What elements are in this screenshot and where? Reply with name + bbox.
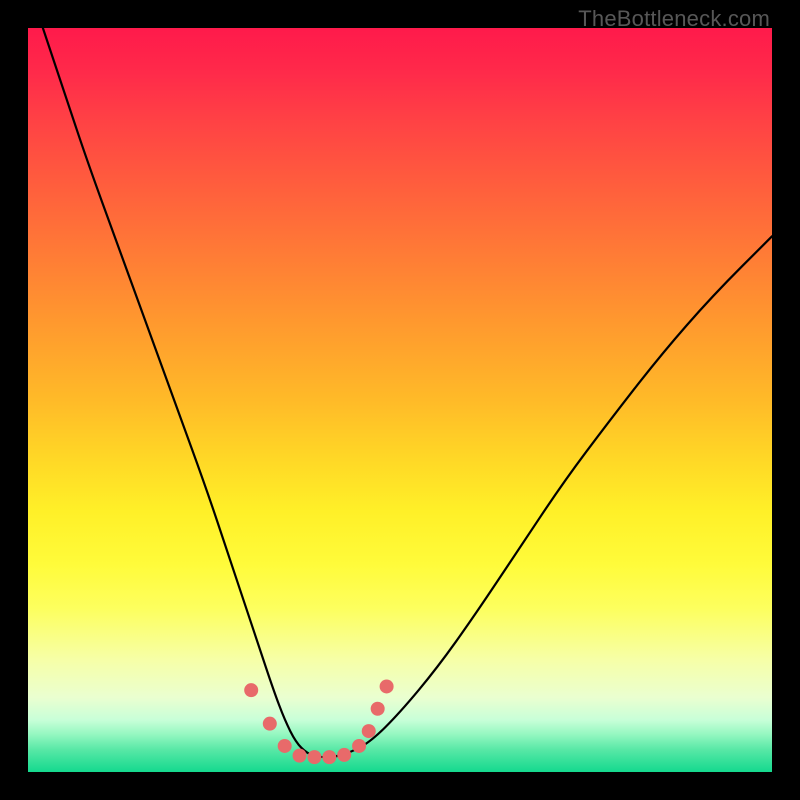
marker-dot <box>352 739 366 753</box>
marker-dot <box>337 748 351 762</box>
bottleneck-curve <box>43 28 772 757</box>
marker-dot <box>362 724 376 738</box>
marker-dot <box>307 750 321 764</box>
chart-frame: TheBottleneck.com <box>0 0 800 800</box>
marker-dot <box>322 750 336 764</box>
marker-dot <box>244 683 258 697</box>
marker-dot <box>293 749 307 763</box>
marker-dot <box>371 702 385 716</box>
marker-dot <box>278 739 292 753</box>
plot-area <box>28 28 772 772</box>
curve-layer <box>28 28 772 772</box>
curve-markers <box>244 679 393 764</box>
marker-dot <box>263 717 277 731</box>
marker-dot <box>380 679 394 693</box>
brand-watermark: TheBottleneck.com <box>578 6 770 32</box>
